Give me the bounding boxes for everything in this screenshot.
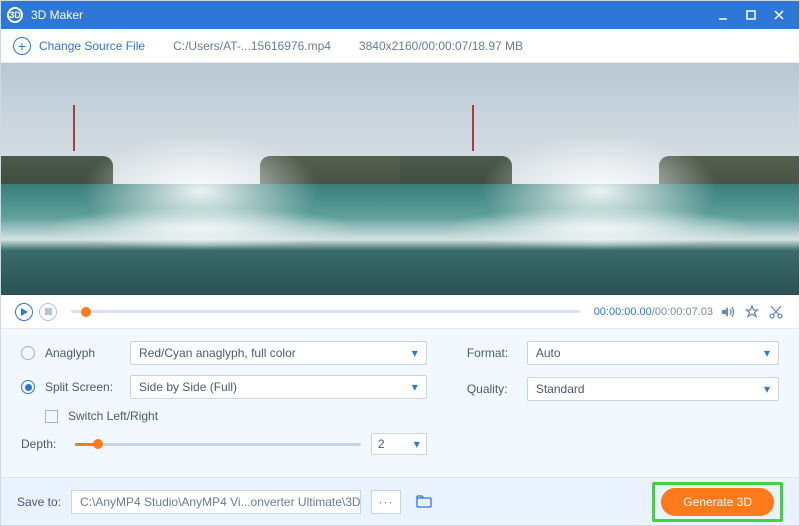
change-source-label: Change Source File <box>39 39 145 53</box>
cut-icon[interactable] <box>767 303 785 321</box>
depth-slider[interactable] <box>75 443 361 446</box>
play-button[interactable] <box>15 303 33 321</box>
minimize-button[interactable] <box>709 1 737 29</box>
chevron-down-icon: ▾ <box>764 382 770 396</box>
chevron-down-icon: ▾ <box>764 346 770 360</box>
generate-label: Generate 3D <box>683 495 752 509</box>
anaglyph-label: Anaglyph <box>45 346 120 360</box>
app-icon: 3D <box>7 7 23 23</box>
format-label: Format: <box>467 346 517 360</box>
video-preview <box>1 63 799 295</box>
open-folder-button[interactable] <box>411 490 437 514</box>
timecode: 00:00:00.00/00:00:07.03 <box>594 306 713 318</box>
change-source-button[interactable]: + Change Source File <box>13 37 145 55</box>
source-bar: + Change Source File C:/Users/AT-...1561… <box>1 29 799 63</box>
anaglyph-value: Red/Cyan anaglyph, full color <box>139 346 296 360</box>
quality-label: Quality: <box>467 382 517 396</box>
split-screen-select[interactable]: Side by Side (Full) ▾ <box>130 375 427 399</box>
stop-button[interactable] <box>39 303 57 321</box>
snapshot-icon[interactable] <box>743 303 761 321</box>
preview-right <box>400 63 799 295</box>
depth-slider-knob[interactable] <box>93 439 103 449</box>
chevron-down-icon: ▾ <box>412 380 418 394</box>
chevron-down-icon: ▾ <box>414 437 420 451</box>
anaglyph-select[interactable]: Red/Cyan anaglyph, full color ▾ <box>130 341 427 365</box>
format-value: Auto <box>536 346 561 360</box>
generate-highlight: Generate 3D <box>652 482 783 522</box>
switch-lr-label: Switch Left/Right <box>68 409 158 423</box>
save-bar: Save to: C:\AnyMP4 Studio\AnyMP4 Vi...on… <box>1 477 799 525</box>
save-to-label: Save to: <box>17 495 61 509</box>
chevron-down-icon: ▾ <box>412 346 418 360</box>
source-path: C:/Users/AT-...15616976.mp4 <box>173 39 331 53</box>
save-path-value: C:\AnyMP4 Studio\AnyMP4 Vi...onverter Ul… <box>80 495 361 509</box>
window-title: 3D Maker <box>31 8 709 22</box>
volume-icon[interactable] <box>719 303 737 321</box>
timeline-knob[interactable] <box>81 307 91 317</box>
plus-icon: + <box>13 37 31 55</box>
depth-value: 2 <box>378 437 385 451</box>
source-meta: 3840x2160/00:00:07/18.97 MB <box>359 39 523 53</box>
maximize-button[interactable] <box>737 1 765 29</box>
split-screen-label: Split Screen: <box>45 380 120 394</box>
format-select[interactable]: Auto ▾ <box>527 341 779 365</box>
app-window: 3D 3D Maker + Change Source File C:/User… <box>0 0 800 526</box>
generate-3d-button[interactable]: Generate 3D <box>661 488 774 516</box>
save-path-field[interactable]: C:\AnyMP4 Studio\AnyMP4 Vi...onverter Ul… <box>71 490 361 514</box>
timeline-slider[interactable] <box>71 310 580 313</box>
quality-select[interactable]: Standard ▾ <box>527 377 779 401</box>
split-screen-value: Side by Side (Full) <box>139 380 237 394</box>
playback-controls: 00:00:00.00/00:00:07.03 <box>1 295 799 329</box>
split-screen-radio[interactable] <box>21 380 35 394</box>
options-panel: Anaglyph Red/Cyan anaglyph, full color ▾… <box>1 329 799 477</box>
time-current: 00:00:00.00 <box>594 306 652 318</box>
preview-left <box>1 63 400 295</box>
anaglyph-radio[interactable] <box>21 346 35 360</box>
quality-value: Standard <box>536 382 585 396</box>
close-button[interactable] <box>765 1 793 29</box>
depth-label: Depth: <box>21 437 65 451</box>
browse-button[interactable]: ··· <box>371 490 401 514</box>
titlebar: 3D 3D Maker <box>1 1 799 29</box>
depth-value-select[interactable]: 2 ▾ <box>371 433 427 455</box>
switch-lr-checkbox[interactable] <box>45 410 58 423</box>
time-duration: 00:00:07.03 <box>655 306 713 318</box>
